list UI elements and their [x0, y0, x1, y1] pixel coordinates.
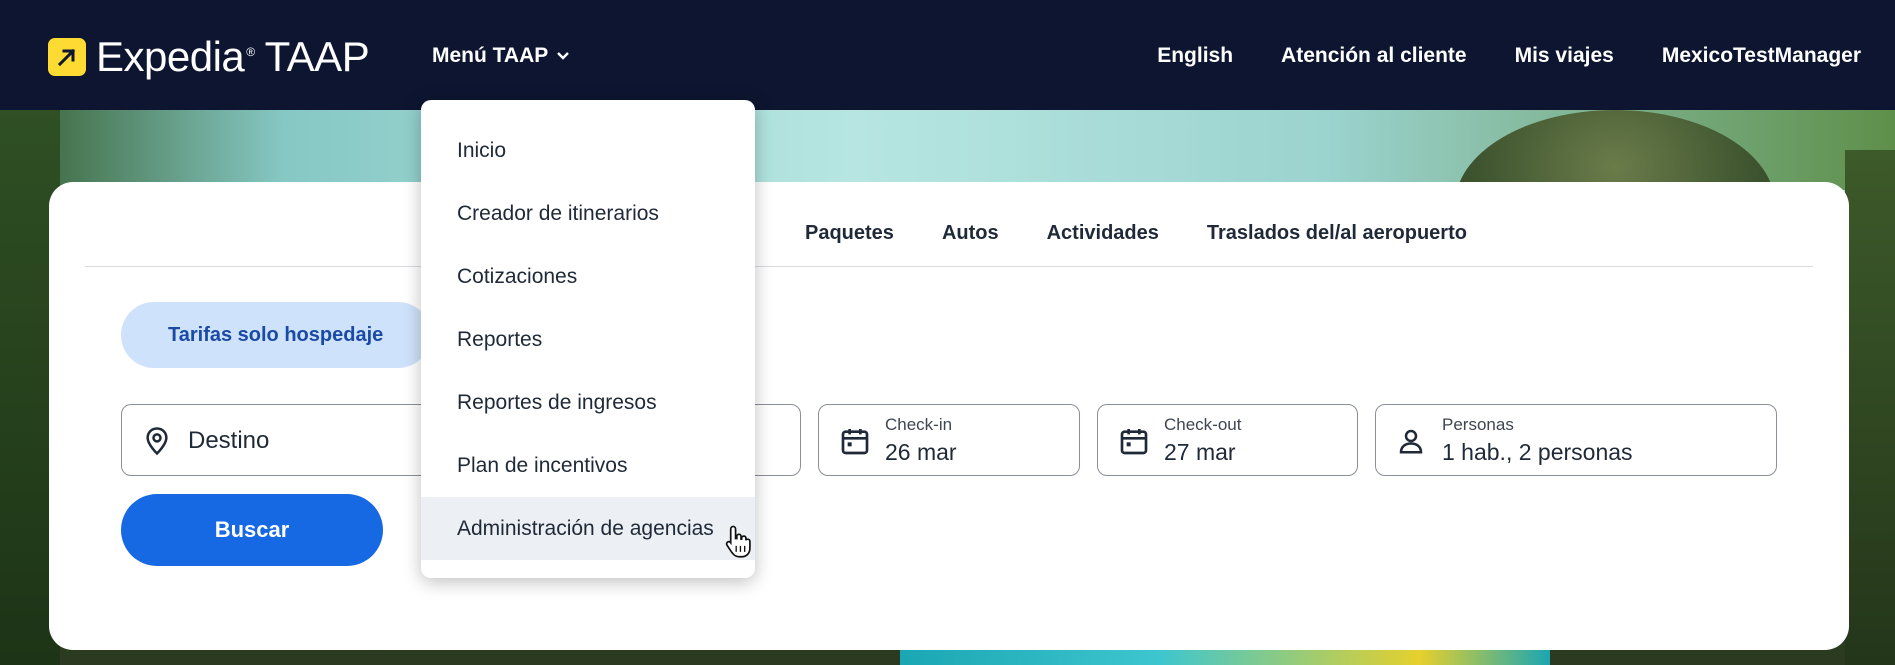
travelers-field[interactable]: Personas 1 hab., 2 personas [1375, 404, 1777, 476]
menu-item-quotes[interactable]: Cotizaciones [421, 245, 755, 308]
checkout-label: Check-out [1164, 415, 1242, 434]
taap-menu-label: Menú TAAP [432, 44, 549, 67]
nav-my-trips[interactable]: Mis viajes [1515, 44, 1614, 68]
tab-divider [85, 266, 1813, 267]
checkin-label: Check-in [885, 415, 953, 434]
brand-arrow-icon [48, 38, 86, 76]
brand-name: Expedia ® TAAP [96, 33, 370, 80]
hand-pointer-cursor-icon [725, 525, 751, 558]
checkin-value: 26 mar [885, 439, 957, 465]
destination-placeholder: Destino [188, 427, 270, 454]
nav-customer-support[interactable]: Atención al cliente [1281, 44, 1467, 68]
menu-item-inicio[interactable]: Inicio [421, 119, 755, 182]
checkout-field[interactable]: Check-out 27 mar [1097, 404, 1358, 476]
chevron-down-icon [557, 52, 570, 60]
calendar-icon [841, 429, 869, 455]
checkout-value: 27 mar [1164, 439, 1236, 465]
menu-item-reports[interactable]: Reportes [421, 308, 755, 371]
taap-menu-dropdown: Inicio Creador de itinerarios Cotizacion… [421, 100, 755, 578]
search-card: Paquetes Autos Actividades Traslados del… [49, 182, 1849, 650]
taap-menu-toggle[interactable]: Menú TAAP [432, 44, 570, 68]
search-button[interactable]: Buscar [121, 494, 383, 566]
person-icon [1399, 429, 1423, 454]
checkin-field[interactable]: Check-in 26 mar [818, 404, 1080, 476]
header-nav: English Atención al cliente Mis viajes M… [1157, 44, 1861, 68]
tab-cars[interactable]: Autos [942, 222, 999, 245]
menu-item-agency-admin[interactable]: Administración de agencias [421, 497, 755, 560]
travelers-value: 1 hab., 2 personas [1442, 439, 1633, 465]
nav-account[interactable]: MexicoTestManager [1662, 44, 1861, 68]
location-pin-icon [146, 427, 168, 456]
expedia-taap-logo[interactable]: Expedia ® TAAP [48, 33, 370, 81]
top-header: Expedia ® TAAP Menú TAAP English Atención … [0, 0, 1895, 110]
product-tabs: Paquetes Autos Actividades Traslados del… [805, 222, 1467, 245]
nav-language[interactable]: English [1157, 44, 1233, 68]
tab-transfers[interactable]: Traslados del/al aeropuerto [1207, 222, 1467, 245]
menu-item-revenue-reports[interactable]: Reportes de ingresos [421, 371, 755, 434]
travelers-label: Personas [1442, 415, 1514, 434]
calendar-icon [1120, 429, 1148, 455]
menu-item-itinerary-builder[interactable]: Creador de itinerarios [421, 182, 755, 245]
tab-activities[interactable]: Actividades [1047, 222, 1159, 245]
menu-item-incentive-plan[interactable]: Plan de incentivos [421, 434, 755, 497]
rate-filter-pill[interactable]: Tarifas solo hospedaje [121, 302, 431, 368]
tab-packages[interactable]: Paquetes [805, 222, 894, 245]
